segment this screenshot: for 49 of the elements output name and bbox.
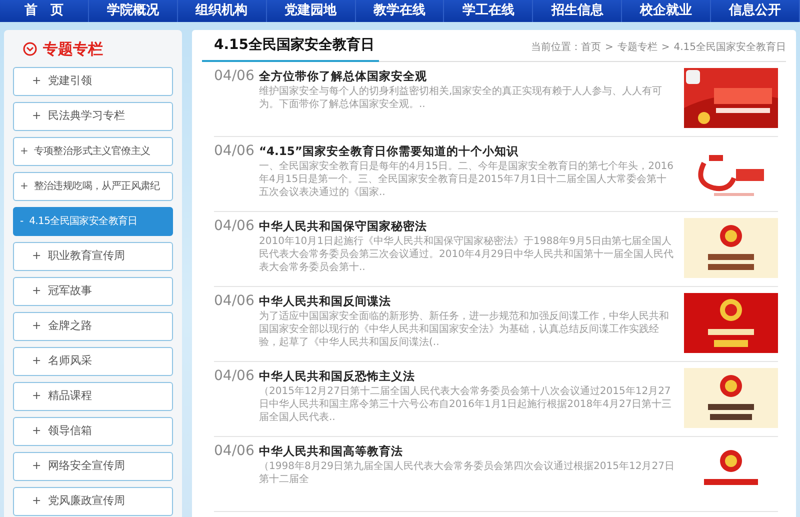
article-summary: 一、全民国家安全教育日是每年的4月15日。二、今年是国家安全教育日的第七个年头，2016年4月15日是第一个。三、全民国家安全教育日是2015年7月1日十二届全国人大常委会第十五次会议表决通过的《国家..: [259, 160, 675, 199]
nav-link[interactable]: 教学在线: [356, 0, 444, 22]
nav-link[interactable]: 招生信息: [533, 0, 622, 22]
nav-link[interactable]: 学院概况: [88, 0, 178, 22]
sidebar-item[interactable]: + 金牌之路: [13, 312, 173, 340]
chevron-circle-icon: [23, 42, 37, 56]
nav-link[interactable]: 校企就业: [622, 0, 712, 22]
nav-link[interactable]: 学工在线: [444, 0, 534, 22]
sidebar-item[interactable]: - 4.15全民国家安全教育日: [13, 206, 173, 236]
article-summary: （1998年8月29日第九届全国人民代表大会常务委员会第四次会议通过根据2015年12月27日第十二届全: [259, 460, 676, 486]
article-summary: （2015年12月27日第十二届全国人民代表大会常务委员会第十八次会议通过2015年12月27日中华人民共和国主席令第三十六号公布自2016年1月1日起施行根据2018年4月27日第十三届全国人民代表..: [259, 385, 673, 424]
nav-link[interactable]: 组织机构: [178, 0, 267, 22]
breadcrumb-label: 当前位置：: [530, 42, 581, 53]
article-title[interactable]: 中华人民共和国高等教育法: [259, 443, 676, 460]
article-date: 04/06: [214, 368, 256, 386]
sidebar-item[interactable]: + 党风廉政宣传周: [13, 486, 173, 516]
sidebar-title: 专题专栏: [43, 39, 103, 60]
sidebar-item[interactable]: + 名师风采: [13, 346, 173, 376]
article-date: 04/06: [214, 293, 256, 311]
breadcrumb-separator: >: [604, 42, 614, 53]
article-title[interactable]: 中华人民共和国反恐怖主义法: [259, 368, 676, 385]
sidebar-item[interactable]: + 党建引领: [13, 66, 173, 96]
article-title[interactable]: 中华人民共和国保守国家秘密法: [259, 218, 676, 235]
breadcrumb-link[interactable]: 4.15全民国家安全教育日: [674, 42, 786, 53]
article-title[interactable]: “4.15”国家安全教育日你需要知道的十个小知识: [259, 143, 676, 160]
breadcrumb-separator: >: [661, 42, 670, 53]
article-date: 04/06: [214, 68, 256, 86]
article-summary: 维护国家安全与每个人的切身利益密切相关,国家安全的真正实现有赖于人人参与、人人有可为。下面带你了解总体国家安全观。..: [259, 85, 664, 111]
sidebar-item[interactable]: + 冠军故事: [13, 276, 173, 306]
nav-link[interactable]: 信息公开: [711, 0, 800, 22]
sidebar-item[interactable]: + 网络安全宣传周: [13, 452, 173, 480]
page-title: 4.15全民国家安全教育日: [202, 35, 379, 62]
article-date: 04/06: [214, 443, 256, 461]
sidebar-item[interactable]: + 精品课程: [13, 382, 173, 410]
sidebar-item[interactable]: + 专项整治形式主义官僚主义: [13, 136, 173, 166]
article-title[interactable]: 全方位带你了解总体国家安全观: [259, 68, 676, 85]
article-date: 04/06: [214, 218, 256, 236]
article-summary: 2010年10月1日起施行《中华人民共和国保守国家秘密法》于1988年9月5日由第七届全国人民代表大会常务委员会第三次会议通过。2010年4月29日中华人民共和国第十一届全国人民代表大会常务委员会第十..: [259, 235, 675, 274]
article-summary: 为了适应中国国家安全面临的新形势、新任务，进一步规范和加强反间谍工作，中华人民共和国国家安全部以现行的《中华人民共和国国家安全法》为基础，认真总结反间谍工作实践经验，起草了《中华人民共和国反间谍法(..: [259, 310, 670, 349]
article-date: 04/06: [214, 143, 256, 161]
article-title[interactable]: 中华人民共和国反间谍法: [259, 293, 676, 310]
breadcrumb-link[interactable]: 首页: [580, 42, 601, 53]
nav-link[interactable]: 首 页: [0, 0, 89, 22]
sidebar-item[interactable]: + 职业教育宣传周: [13, 242, 173, 270]
sidebar-item[interactable]: + 领导信箱: [13, 416, 173, 446]
sidebar-item[interactable]: + 整治违规吃喝，从严正风肃纪: [13, 172, 173, 200]
sidebar-item[interactable]: + 民法典学习专栏: [13, 102, 173, 130]
nav-link[interactable]: 党建园地: [266, 0, 356, 22]
breadcrumb-link[interactable]: 专题专栏: [617, 42, 658, 53]
